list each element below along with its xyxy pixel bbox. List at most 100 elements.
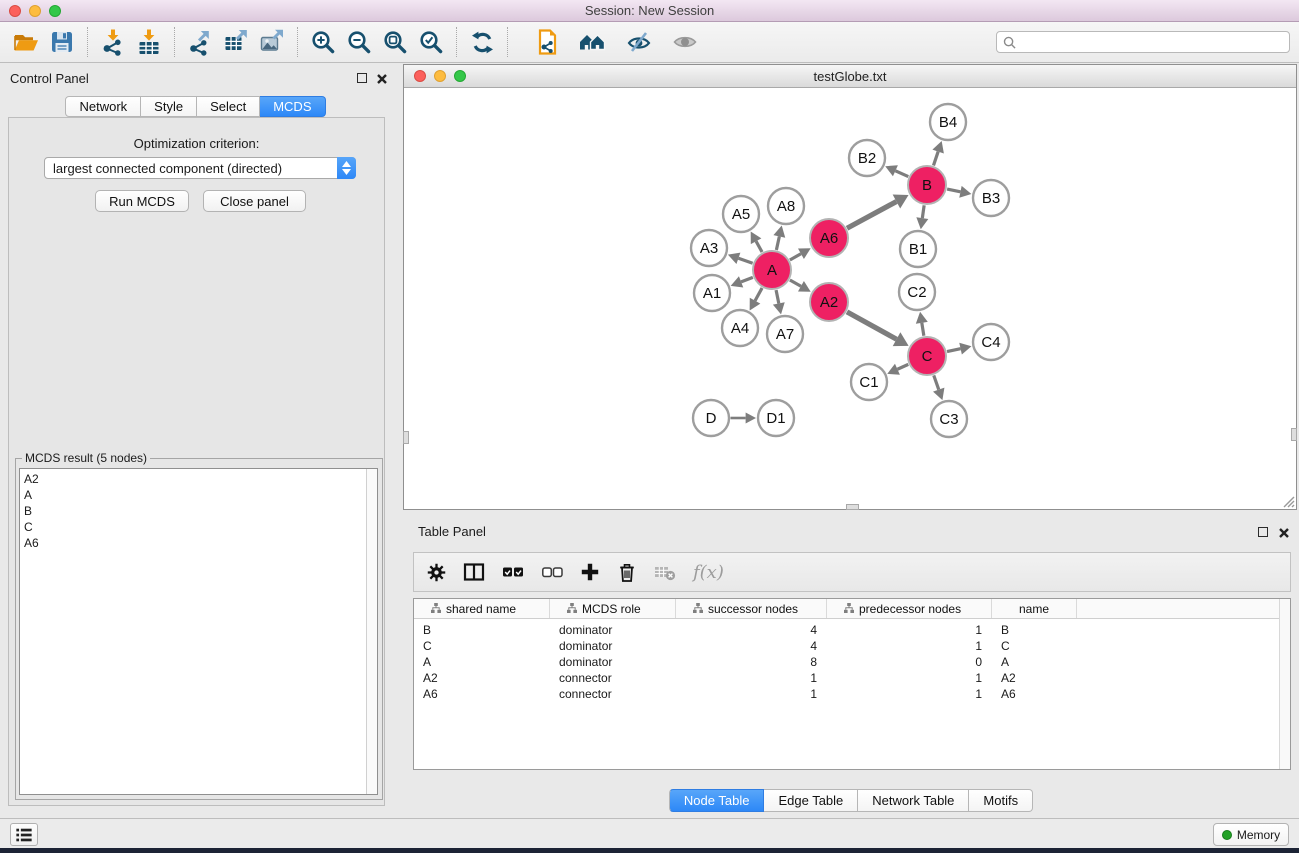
graph-edge-C-C3[interactable] (934, 375, 939, 389)
graph-edge-C-C4[interactable] (947, 349, 961, 352)
table-cell[interactable]: dominator (550, 623, 676, 637)
graph-node-C4[interactable]: C4 (973, 324, 1009, 360)
table-cell[interactable]: 1 (676, 687, 827, 701)
graph-node-A[interactable]: A (753, 251, 791, 289)
table-cell[interactable]: A2 (992, 671, 1077, 685)
table-cell[interactable]: connector (550, 671, 676, 685)
graph-edge-B-B3[interactable] (947, 189, 960, 192)
mcds-result-item[interactable]: A (20, 487, 377, 503)
table-cell[interactable]: A (992, 655, 1077, 669)
graph-edge-C-C2[interactable] (922, 323, 924, 336)
column-header-shared-name[interactable]: shared name (414, 599, 550, 618)
export-table-button[interactable] (220, 26, 252, 58)
graph-node-A7[interactable]: A7 (767, 316, 803, 352)
table-cell[interactable]: A (414, 655, 550, 669)
export-image-button[interactable] (256, 26, 288, 58)
graph-node-B2[interactable]: B2 (849, 140, 885, 176)
new-network-from-selection-button[interactable] (531, 26, 563, 58)
splitter-handle-bottom[interactable] (846, 504, 859, 510)
result-list-scrollbar[interactable] (366, 469, 377, 794)
table-cell[interactable]: A2 (414, 671, 550, 685)
delete-table-button[interactable] (654, 559, 676, 585)
optimization-criterion-select[interactable]: largest connected component (directed) (44, 157, 356, 179)
show-column-panel-button[interactable] (463, 559, 485, 585)
table-cell[interactable]: B (992, 623, 1077, 637)
graph-node-B[interactable]: B (908, 166, 946, 204)
splitter-handle-right[interactable] (1291, 428, 1297, 441)
tab-network[interactable]: Network (65, 96, 141, 117)
graph-node-A2[interactable]: A2 (810, 283, 848, 321)
graph-node-B1[interactable]: B1 (900, 231, 936, 267)
search-input[interactable] (1020, 35, 1283, 49)
table-cell[interactable]: 1 (676, 671, 827, 685)
hide-selection-button[interactable] (623, 26, 655, 58)
mcds-result-item[interactable]: C (20, 519, 377, 535)
table-cell[interactable]: 4 (676, 639, 827, 653)
graph-edge-A-A1[interactable] (741, 277, 753, 282)
graph-edge-A-A5[interactable] (756, 241, 762, 252)
graph-edge-A6-B[interactable] (847, 202, 896, 229)
column-header-successor-nodes[interactable]: successor nodes (676, 599, 827, 618)
tab-edge-table[interactable]: Edge Table (764, 789, 858, 812)
table-panel-float-button[interactable] (1258, 527, 1268, 537)
tab-style[interactable]: Style (141, 96, 197, 117)
tab-node-table[interactable]: Node Table (669, 789, 765, 812)
graph-edge-B-B2[interactable] (895, 171, 908, 177)
run-mcds-button[interactable]: Run MCDS (95, 190, 189, 212)
table-settings-button[interactable] (427, 559, 446, 585)
zoom-selected-button[interactable] (415, 26, 447, 58)
network-canvas[interactable]: AA1A3A4A5A7A8A6A2BB2B4B3B1CC2C4C1C3DD1 (404, 88, 1296, 509)
graph-node-C1[interactable]: C1 (851, 364, 887, 400)
table-row[interactable]: A6connector11A6 (414, 686, 1290, 702)
graph-edge-C-C1[interactable] (897, 364, 908, 369)
zoom-out-button[interactable] (343, 26, 375, 58)
graph-node-A6[interactable]: A6 (810, 219, 848, 257)
graph-edge-A-A3[interactable] (738, 258, 752, 263)
memory-button[interactable]: Memory (1213, 823, 1289, 846)
mcds-result-item[interactable]: B (20, 503, 377, 519)
graph-node-B4[interactable]: B4 (930, 104, 966, 140)
show-all-button[interactable] (669, 26, 701, 58)
table-cell[interactable]: 0 (827, 655, 992, 669)
save-session-button[interactable] (46, 26, 78, 58)
delete-columns-button[interactable] (617, 559, 637, 585)
table-cell[interactable]: C (414, 639, 550, 653)
graph-node-A4[interactable]: A4 (722, 310, 758, 346)
table-cell[interactable]: 8 (676, 655, 827, 669)
control-panel-float-button[interactable] (357, 73, 367, 83)
network-window-titlebar[interactable]: testGlobe.txt (404, 65, 1296, 88)
table-cell[interactable]: C (992, 639, 1077, 653)
graph-edge-A-A4[interactable] (755, 288, 762, 301)
table-cell[interactable]: 1 (827, 623, 992, 637)
graph-edge-A-A7[interactable] (776, 290, 779, 303)
table-scrollbar[interactable] (1279, 599, 1290, 769)
unselect-all-columns-button[interactable] (541, 559, 563, 585)
graph-node-A1[interactable]: A1 (694, 275, 730, 311)
table-cell[interactable]: 1 (827, 671, 992, 685)
table-cell[interactable]: dominator (550, 639, 676, 653)
column-header-predecessor-nodes[interactable]: predecessor nodes (827, 599, 992, 618)
tab-select[interactable]: Select (197, 96, 260, 117)
table-cell[interactable]: 1 (827, 639, 992, 653)
table-cell[interactable]: 1 (827, 687, 992, 701)
graph-edge-B-B4[interactable] (933, 152, 938, 166)
table-cell[interactable]: A6 (992, 687, 1077, 701)
zoom-in-button[interactable] (307, 26, 339, 58)
table-cell[interactable]: B (414, 623, 550, 637)
graph-edge-A-A2[interactable] (790, 280, 801, 286)
graph-node-A5[interactable]: A5 (723, 196, 759, 232)
tab-network-table[interactable]: Network Table (858, 789, 969, 812)
table-row[interactable]: A2connector11A2 (414, 670, 1290, 686)
table-row[interactable]: Adominator80A (414, 654, 1290, 670)
mcds-result-item[interactable]: A2 (20, 471, 377, 487)
graph-edge-A-A8[interactable] (776, 236, 779, 250)
import-table-button[interactable] (133, 26, 165, 58)
graph-node-D1[interactable]: D1 (758, 400, 794, 436)
window-resize-grip[interactable] (1280, 493, 1295, 508)
table-cell[interactable]: dominator (550, 655, 676, 669)
graph-edge-A-A6[interactable] (790, 254, 801, 260)
column-header-MCDS-role[interactable]: MCDS role (550, 599, 676, 618)
graph-edge-A2-C[interactable] (847, 312, 897, 339)
table-row[interactable]: Cdominator41C (414, 638, 1290, 654)
apply-layout-button[interactable] (466, 26, 498, 58)
